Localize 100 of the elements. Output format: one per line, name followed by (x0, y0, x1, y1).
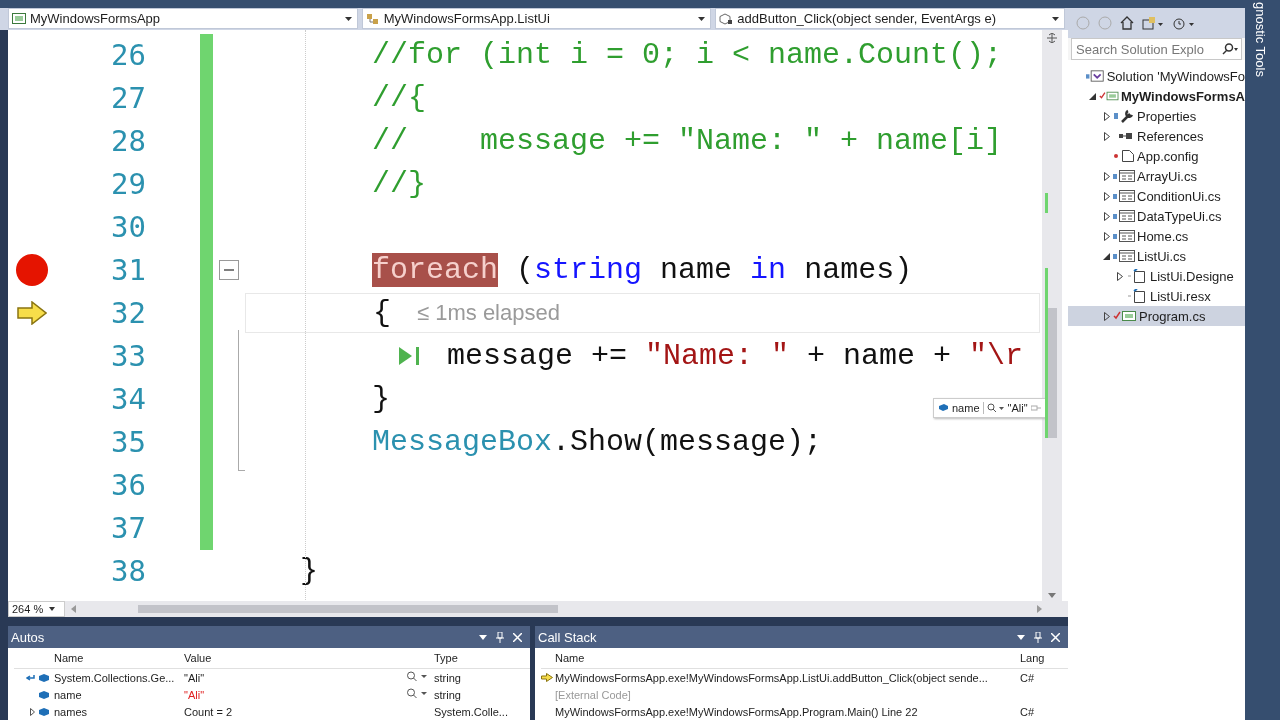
close-icon[interactable] (513, 632, 522, 642)
form-icon (1113, 249, 1135, 263)
type-dropdown[interactable]: MyWindowsFormsApp.ListUi (361, 8, 712, 30)
variable-type: string (434, 688, 462, 701)
wrench-icon (1113, 109, 1135, 123)
code-line: // message += "Name: " + name[i] (372, 123, 1003, 161)
history-icon[interactable] (1172, 16, 1196, 30)
collapsed-icon[interactable] (1116, 271, 1123, 281)
tree-item[interactable]: ListUi.resx (1068, 286, 1245, 306)
vertical-scrollbar[interactable] (1042, 29, 1062, 602)
variable-name: names (54, 705, 89, 718)
column-header[interactable]: Value (184, 652, 406, 664)
expand-icon[interactable] (30, 707, 35, 716)
method-icon (719, 12, 734, 25)
csharp-file-icon (1113, 309, 1137, 323)
code-line: } (300, 553, 318, 591)
tree-item[interactable]: Program.cs (1068, 306, 1245, 326)
line-number: 38 (110, 554, 146, 589)
caret-icon[interactable] (479, 634, 487, 640)
variable-type: System.Colle... (434, 705, 509, 718)
variable-name: System.Collections.Ge... (54, 671, 176, 684)
tree-item[interactable]: App.config (1068, 146, 1245, 166)
tree-item[interactable]: ArrayUi.cs (1068, 166, 1245, 186)
close-icon[interactable] (1051, 632, 1060, 642)
stack-frame[interactable]: MyWindowsFormsApp.exe!MyWindowsFormsApp.ListUi.addButton_Click(object sende... (555, 671, 1020, 684)
tree-item[interactable]: DataTypeUi.cs (1068, 206, 1245, 226)
variable-value: "Ali" (1007, 401, 1028, 414)
switch-views-icon[interactable] (1142, 16, 1164, 30)
search-field[interactable]: Search Solution Explo (1071, 38, 1242, 60)
line-number: 35 (110, 425, 146, 460)
caret-icon (49, 607, 56, 612)
search-icon[interactable] (406, 688, 428, 699)
collapsed-icon[interactable] (1103, 191, 1110, 201)
scroll-thumb[interactable] (1047, 307, 1057, 438)
tree-item[interactable]: ConditionUi.cs (1068, 186, 1245, 206)
tree-item[interactable]: ListUi.Designe (1068, 266, 1245, 286)
line-number: 32 (110, 296, 146, 331)
expanded-icon[interactable] (1103, 252, 1110, 260)
variable-name: name (952, 401, 984, 414)
line-number: 36 (110, 468, 146, 503)
search-icon[interactable] (986, 402, 1005, 413)
pin-icon[interactable] (496, 631, 504, 643)
tree-item[interactable]: MyWindowsFormsA (1068, 86, 1245, 106)
column-header[interactable]: Name (555, 652, 1020, 664)
breakpoint-icon[interactable] (14, 253, 49, 288)
collapsed-icon[interactable] (1103, 211, 1110, 221)
code-line: { (373, 295, 391, 333)
search-icon[interactable] (406, 671, 428, 682)
line-number: 34 (110, 382, 146, 417)
member-dropdown[interactable]: addButton_Click(object sender, EventArgs e) (715, 8, 1065, 30)
stack-frame[interactable]: MyWindowsFormsApp.exe!MyWindowsFormsApp.Program.Main() Line 22 (555, 705, 1020, 718)
csharp-file-icon (1098, 89, 1119, 103)
variable-type: string (434, 671, 462, 684)
expanded-icon[interactable] (1089, 92, 1097, 100)
tree-item[interactable]: ListUi.cs (1068, 246, 1245, 266)
code-line: //{ (372, 80, 426, 118)
line-number: 33 (110, 339, 146, 374)
pin-icon[interactable] (1034, 631, 1042, 643)
line-number: 27 (110, 81, 146, 116)
language: C# (1020, 705, 1036, 718)
code-line: MessageBox.Show(message); (372, 424, 823, 462)
tree-item[interactable]: References (1068, 126, 1245, 146)
variable-name: name (54, 688, 83, 701)
tree-item[interactable]: Properties (1068, 106, 1245, 126)
tree-item[interactable]: Home.cs (1068, 226, 1245, 246)
split-icon[interactable] (1046, 32, 1058, 43)
tree-item[interactable]: Solution 'MyWindowsFo (1068, 66, 1245, 86)
line-number: 26 (110, 38, 146, 73)
search-icon[interactable] (1221, 43, 1239, 55)
collapsed-icon[interactable] (1103, 231, 1110, 241)
column-header[interactable]: Type (434, 652, 514, 664)
line-number: 31 (110, 253, 146, 288)
project-dropdown[interactable]: MyWindowsFormsApp (8, 8, 358, 30)
field-icon (38, 689, 50, 700)
collapse-icon[interactable] (219, 260, 239, 281)
field-icon (38, 672, 50, 683)
file-icon (1126, 269, 1148, 283)
code-line: //for (int i = 0; i < name.Count(); (372, 37, 1003, 75)
home-icon[interactable] (1120, 16, 1134, 30)
line-number: 28 (110, 124, 146, 159)
caret-icon (344, 16, 352, 21)
side-tab[interactable]: gnostic Tools (1253, 2, 1268, 77)
collapsed-icon[interactable] (1103, 311, 1110, 321)
data-tip[interactable]: name "Ali" (933, 397, 1046, 418)
code-line: message += "Name: " + name + "\r (447, 338, 1024, 376)
form-icon (1113, 189, 1135, 203)
line-number: 37 (110, 511, 146, 546)
column-header[interactable]: Name (54, 652, 184, 664)
scroll-down-icon[interactable] (1048, 593, 1056, 599)
column-header[interactable]: Lang (1020, 652, 1060, 664)
line-number: 30 (110, 210, 146, 245)
config-file-icon (1113, 149, 1135, 163)
zoom-dropdown[interactable]: 264 % (8, 601, 65, 617)
caret-icon[interactable] (1017, 634, 1025, 640)
collapsed-icon[interactable] (1103, 171, 1110, 181)
field-icon (38, 706, 50, 717)
collapsed-icon[interactable] (1103, 131, 1110, 141)
collapsed-icon[interactable] (1103, 111, 1110, 121)
form-icon (1113, 209, 1135, 223)
variable-value: "Ali" (184, 671, 206, 684)
